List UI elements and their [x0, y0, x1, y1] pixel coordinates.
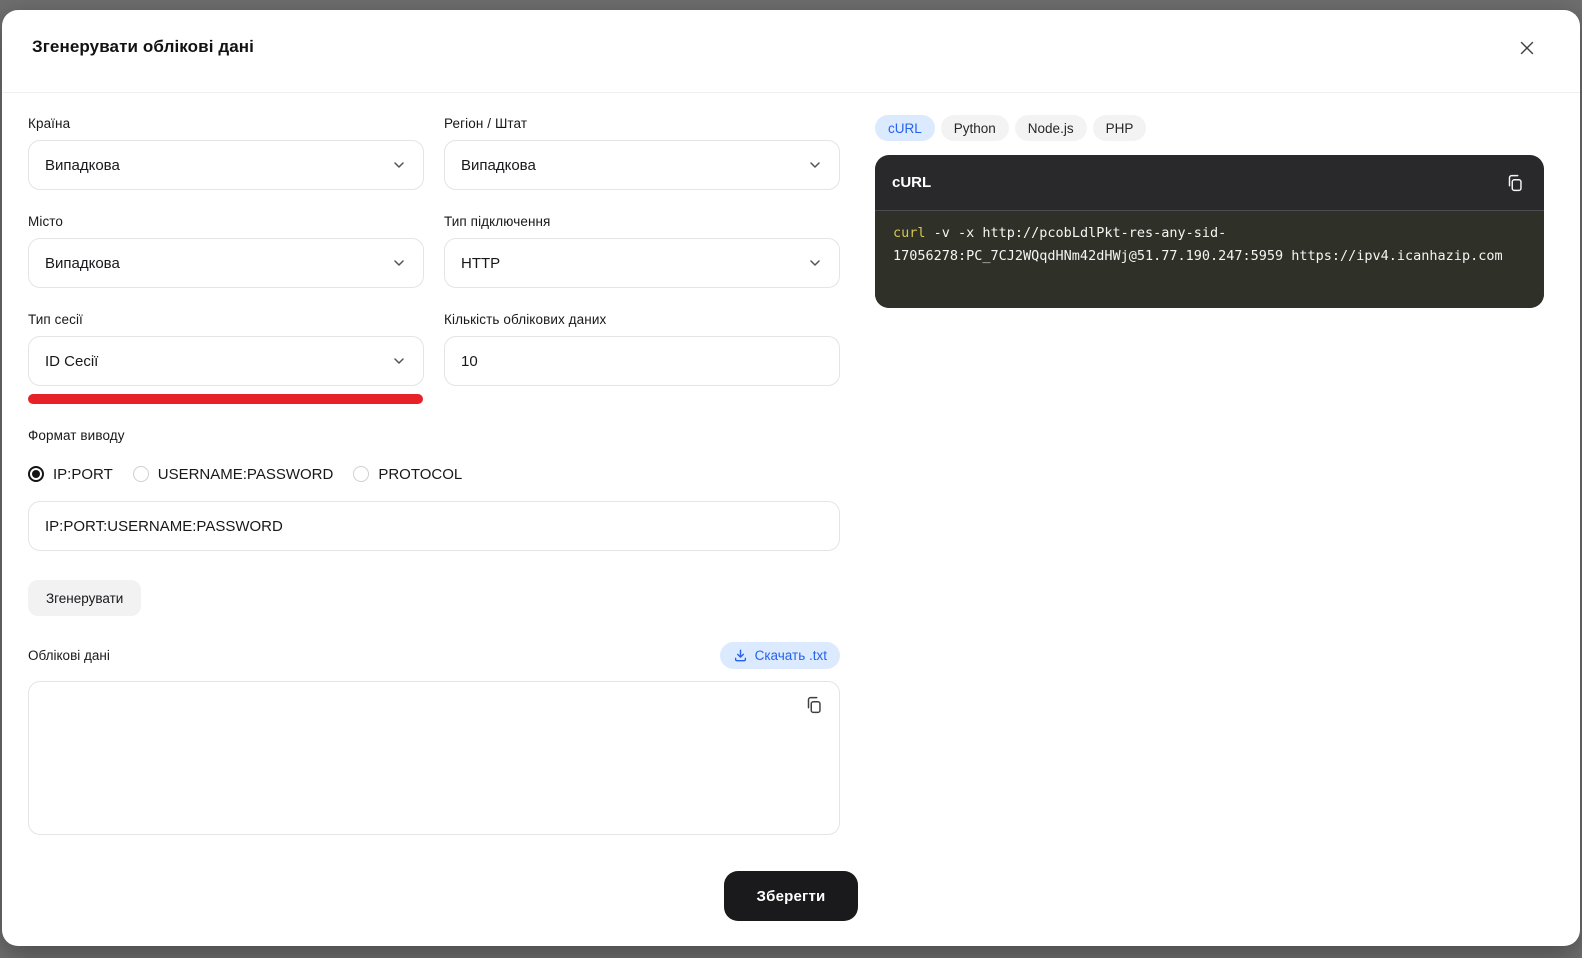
city-select[interactable]: Випадкова [28, 238, 424, 288]
radio-option-label: USERNAME:PASSWORD [157, 465, 334, 483]
copy-icon [1508, 174, 1522, 191]
session-type-select[interactable]: ID Сесії [28, 336, 424, 386]
radio-option-label: PROTOCOL [378, 465, 463, 483]
chevron-down-icon [391, 255, 407, 271]
credentials-count-input[interactable] [444, 336, 840, 386]
radio-option-protocol[interactable]: PROTOCOL [353, 466, 462, 483]
code-block-title: cURL [892, 174, 932, 191]
copy-credentials-button[interactable] [802, 693, 826, 717]
tab-curl[interactable]: cURL [875, 115, 935, 141]
generate-credentials-modal: Згенерувати облікові дані Країна Випадко… [2, 10, 1580, 946]
code-language-tabs: cURL Python Node.js PHP [875, 115, 1544, 141]
city-label: Місто [28, 214, 64, 229]
chevron-down-icon [807, 255, 823, 271]
code-block-header: cURL [875, 155, 1544, 211]
region-label: Регіон / Штат [444, 116, 528, 131]
credentials-textarea[interactable] [28, 681, 840, 835]
credentials-label: Облікові дані [28, 648, 110, 663]
code-block: cURL curl -v -x http://pcobLdlPkt-res-an… [875, 155, 1544, 308]
modal-header: Згенерувати облікові дані [2, 10, 1580, 93]
copy-icon [807, 696, 821, 714]
session-type-field: Тип сесії ID Сесії [28, 312, 424, 404]
curl-arguments: -v -x http://pcobLdlPkt-res-any-sid-1705… [893, 225, 1503, 264]
region-field: Регіон / Штат Випадкова [444, 116, 840, 190]
chevron-down-icon [391, 353, 407, 369]
radio-option-label: IP:PORT [53, 465, 113, 483]
curl-keyword: curl [893, 225, 926, 241]
chevron-down-icon [807, 157, 823, 173]
country-select[interactable]: Випадкова [28, 140, 424, 190]
connection-type-label: Тип підключення [444, 214, 551, 229]
close-button[interactable] [1516, 37, 1538, 59]
country-select-value: Випадкова [45, 156, 120, 174]
connection-type-field: Тип підключення HTTP [444, 214, 840, 288]
download-txt-label: Скачать .txt [754, 648, 827, 663]
connection-type-select[interactable]: HTTP [444, 238, 840, 288]
copy-code-button[interactable] [1503, 171, 1527, 195]
tab-python[interactable]: Python [940, 115, 1009, 141]
modal-title: Згенерувати облікові дані [32, 37, 254, 56]
country-field: Країна Випадкова [28, 116, 424, 190]
credentials-form: Країна Випадкова Регіон / Штат Випадкова [28, 116, 840, 835]
credentials-count-field: Кількість облікових даних [444, 312, 840, 404]
connection-type-select-value: HTTP [461, 254, 501, 272]
output-format-radio-group: IP:PORT USERNAME:PASSWORD PROTOCOL [28, 462, 840, 486]
output-format-label: Формат виводу [28, 428, 125, 443]
credentials-count-label: Кількість облікових даних [444, 312, 607, 327]
save-button[interactable]: Зберегти [724, 871, 858, 921]
radio-option-username-password[interactable]: USERNAME:PASSWORD [132, 465, 334, 483]
tab-php[interactable]: PHP [1092, 115, 1147, 141]
curl-command: curl -v -x http://pcobLdlPkt-res-any-sid… [893, 222, 1526, 268]
code-area: curl -v -x http://pcobLdlPkt-res-any-sid… [875, 211, 1544, 308]
radio-unchecked-icon [353, 466, 370, 482]
region-select-value: Випадкова [461, 156, 536, 174]
city-field: Місто Випадкова [28, 214, 424, 288]
country-label: Країна [28, 116, 71, 131]
session-type-error-indicator [28, 394, 423, 404]
chevron-down-icon [391, 157, 407, 173]
code-examples-panel: cURL Python Node.js PHP cURL curl -v -x … [875, 115, 1544, 308]
radio-checked-icon [28, 466, 44, 482]
credentials-output-wrap [28, 681, 840, 835]
session-type-label: Тип сесії [28, 312, 83, 327]
download-icon [734, 649, 746, 662]
city-select-value: Випадкова [45, 254, 120, 272]
output-format-input[interactable] [28, 501, 840, 551]
close-icon [1520, 41, 1534, 55]
download-txt-button[interactable]: Скачать .txt [719, 642, 840, 669]
radio-unchecked-icon [132, 466, 149, 482]
tab-nodejs[interactable]: Node.js [1014, 115, 1087, 141]
radio-option-ip-port[interactable]: IP:PORT [28, 466, 113, 483]
generate-button[interactable]: Згенерувати [28, 580, 142, 616]
region-select[interactable]: Випадкова [444, 140, 840, 190]
session-type-select-value: ID Сесії [45, 352, 99, 370]
